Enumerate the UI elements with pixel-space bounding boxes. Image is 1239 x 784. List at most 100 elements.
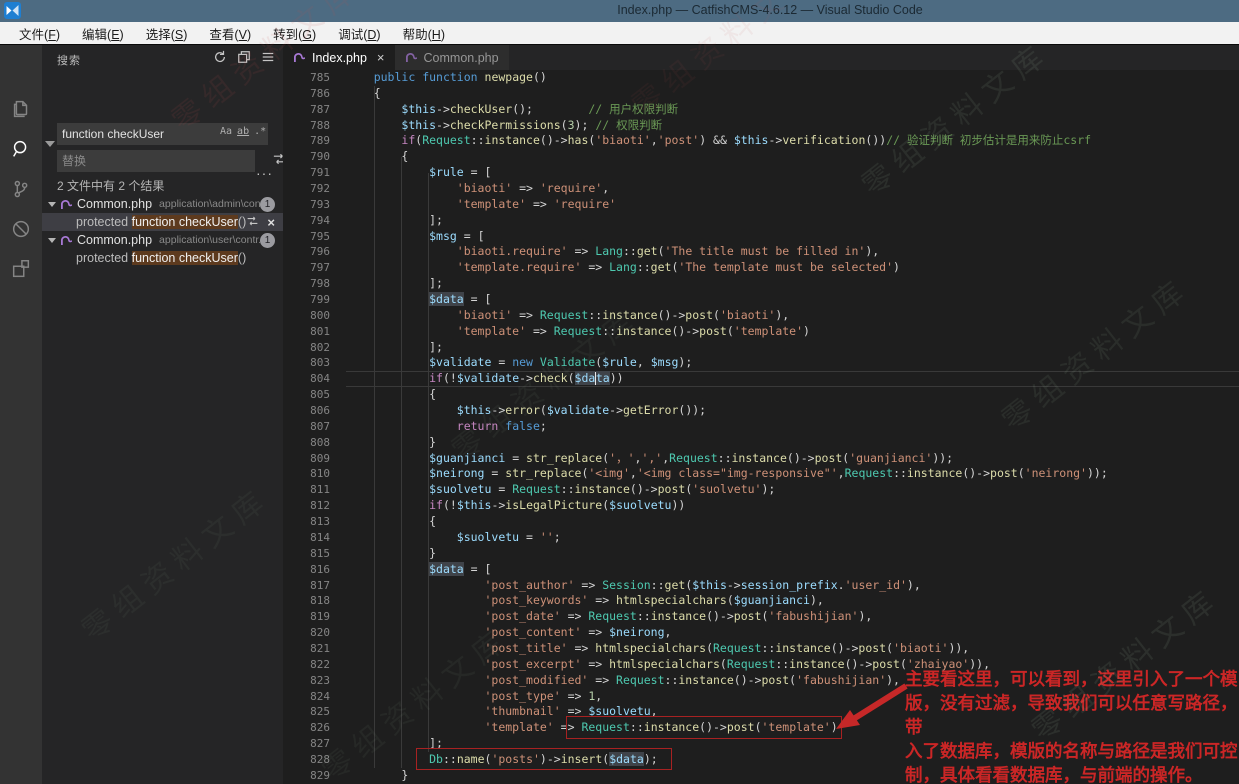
extensions-icon[interactable] (9, 257, 33, 281)
code-line[interactable]: 802 ]; (283, 340, 1239, 356)
line-number: 797 (283, 260, 330, 276)
dismiss-match-icon[interactable]: × (267, 215, 275, 230)
menu-item[interactable]: 编辑(E) (71, 24, 135, 43)
menu-item[interactable]: 文件(F) (8, 24, 71, 43)
code-line[interactable]: 812 if(!$this->isLegalPicture($suolvetu)… (283, 498, 1239, 514)
code-line[interactable]: 817 'post_author' => Session::get($this-… (283, 578, 1239, 594)
line-number: 796 (283, 244, 330, 260)
code-line[interactable]: 806 $this->error($validate->getError()); (283, 403, 1239, 419)
close-tab-icon[interactable]: × (377, 50, 385, 65)
collapse-all-icon[interactable] (261, 50, 275, 69)
code-line[interactable]: 819 'post_date' => Request::instance()->… (283, 609, 1239, 625)
line-number: 799 (283, 292, 330, 308)
code-line[interactable]: 811 $suolvetu = Request::instance()->pos… (283, 482, 1239, 498)
result-file-row[interactable]: Common.php application\user\contr... 1 (42, 231, 283, 249)
line-number: 800 (283, 308, 330, 324)
code-line[interactable]: 800 'biaoti' => Request::instance()->pos… (283, 308, 1239, 324)
code-line[interactable]: 795 $msg = [ (283, 229, 1239, 245)
code-line[interactable]: 786 { (283, 86, 1239, 102)
code-line[interactable]: 791 $rule = [ (283, 165, 1239, 181)
code-line[interactable]: 807 return false; (283, 419, 1239, 435)
highlight-box-db-insert (416, 748, 672, 770)
result-count-badge: 1 (260, 197, 275, 212)
explorer-icon[interactable] (9, 97, 33, 121)
result-file-name: Common.php (77, 233, 152, 247)
code-line[interactable]: 818 'post_keywords' => htmlspecialchars(… (283, 593, 1239, 609)
clear-search-results-icon[interactable] (237, 50, 251, 69)
code-line[interactable]: 808 } (283, 435, 1239, 451)
code-line[interactable]: 804 if(!$validate->check($data)) (283, 371, 1239, 387)
code-line[interactable]: 799 $data = [ (283, 292, 1239, 308)
code-line[interactable]: 797 'template.require' => Lang::get('The… (283, 260, 1239, 276)
menu-item[interactable]: 调试(D) (327, 24, 391, 43)
line-number: 821 (283, 641, 330, 657)
result-file-row[interactable]: Common.php application\admin\con... 1 (42, 195, 283, 213)
line-number: 805 (283, 387, 330, 403)
menu-item[interactable]: 查看(V) (198, 24, 262, 43)
refresh-icon[interactable] (213, 50, 227, 69)
tab-common-php[interactable]: Common.php (395, 45, 509, 70)
code-line[interactable]: 813 { (283, 514, 1239, 530)
code-line[interactable]: 809 $guanjianci = str_replace('，',',',Re… (283, 451, 1239, 467)
result-match-row[interactable]: protected function checkUser() × (42, 213, 283, 231)
code-line[interactable]: 820 'post_content' => $neirong, (283, 625, 1239, 641)
line-number: 788 (283, 118, 330, 134)
line-number: 785 (283, 70, 330, 86)
tab-index-php[interactable]: Index.php × (283, 45, 395, 70)
search-summary: 2 文件中有 2 个结果 (57, 177, 164, 194)
chevron-down-icon[interactable] (48, 202, 56, 207)
line-number: 823 (283, 673, 330, 689)
code-line[interactable]: 810 $neirong = str_replace('<img','<img … (283, 466, 1239, 482)
menu-item[interactable]: 帮助(H) (392, 24, 456, 43)
php-file-icon (60, 198, 73, 211)
debug-icon[interactable] (9, 217, 33, 241)
code-line[interactable]: 798 ]; (283, 276, 1239, 292)
line-number: 804 (283, 371, 330, 387)
line-number: 802 (283, 340, 330, 356)
menu-item[interactable]: 转到(G) (262, 24, 327, 43)
chevron-down-icon[interactable] (48, 238, 56, 243)
match-case-icon[interactable]: Aa (220, 126, 232, 137)
result-match-row[interactable]: protected function checkUser() (42, 249, 283, 267)
window-title: Index.php — CatfishCMS-4.6.12 — Visual S… (617, 3, 923, 17)
line-number: 786 (283, 86, 330, 102)
line-number: 827 (283, 736, 330, 752)
regex-icon[interactable]: .* (254, 126, 266, 137)
line-number: 809 (283, 451, 330, 467)
code-line[interactable]: 788 $this->checkPermissions(3); // 权限判断 (283, 118, 1239, 134)
line-number: 812 (283, 498, 330, 514)
code-line[interactable]: 796 'biaoti.require' => Lang::get('The t… (283, 244, 1239, 260)
code-line[interactable]: 793 'template' => 'require' (283, 197, 1239, 213)
code-line[interactable]: 787 $this->checkUser(); // 用户权限判断 (283, 102, 1239, 118)
code-line[interactable]: 816 $data = [ (283, 562, 1239, 578)
menu-item[interactable]: 选择(S) (135, 24, 199, 43)
replace-input[interactable] (57, 150, 255, 172)
code-line[interactable]: 789 if(Request::instance()->has('biaoti'… (283, 133, 1239, 149)
code-line[interactable]: 803 $validate = new Validate($rule, $msg… (283, 355, 1239, 371)
line-number: 803 (283, 355, 330, 371)
code-line[interactable]: 805 { (283, 387, 1239, 403)
line-number: 789 (283, 133, 330, 149)
source-control-icon[interactable] (9, 177, 33, 201)
php-file-icon (293, 51, 306, 64)
line-number: 816 (283, 562, 330, 578)
code-line[interactable]: 785 public function newpage() (283, 70, 1239, 86)
code-line[interactable]: 792 'biaoti' => 'require', (283, 181, 1239, 197)
annotation-text: 主要看这里，可以看到，这里引入了一个模版，没有过滤，导致我们可以任意写路径，带入… (905, 667, 1239, 784)
replace-match-icon[interactable] (246, 215, 259, 230)
code-line[interactable]: 801 'template' => Request::instance()->p… (283, 324, 1239, 340)
search-icon[interactable] (9, 137, 33, 161)
code-line[interactable]: 794 ]; (283, 213, 1239, 229)
whole-word-icon[interactable]: ab (237, 126, 249, 137)
code-line[interactable]: 821 'post_title' => htmlspecialchars(Req… (283, 641, 1239, 657)
line-number: 810 (283, 466, 330, 482)
line-number: 826 (283, 720, 330, 736)
more-actions-icon[interactable]: ··· (256, 165, 273, 181)
line-number: 798 (283, 276, 330, 292)
line-number: 828 (283, 752, 330, 768)
code-line[interactable]: 790 { (283, 149, 1239, 165)
toggle-replace-chevron-icon[interactable] (45, 141, 55, 147)
line-number: 819 (283, 609, 330, 625)
code-line[interactable]: 814 $suolvetu = ''; (283, 530, 1239, 546)
code-line[interactable]: 815 } (283, 546, 1239, 562)
